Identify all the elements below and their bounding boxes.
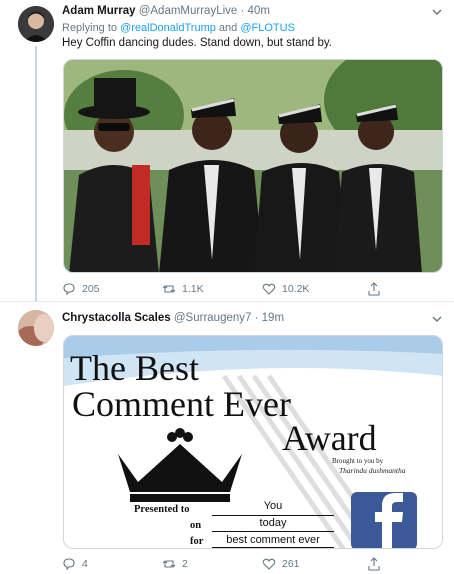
tweet-header: Adam Murray @AdamMurrayLive · 40m — [62, 5, 270, 17]
tweet-actions: 4 2 261 — [62, 555, 392, 573]
for-value: best comment ever — [226, 534, 320, 546]
share-action[interactable] — [367, 280, 381, 298]
retweet-action[interactable]: 2 — [162, 555, 188, 573]
like-count: 261 — [282, 558, 300, 570]
tweet[interactable]: Adam Murray @AdamMurrayLive · 40m Replyi… — [0, 0, 454, 302]
reply-action[interactable]: 4 — [62, 555, 88, 573]
timestamp[interactable]: 19m — [262, 312, 284, 324]
reply-action[interactable]: 205 — [62, 280, 100, 298]
replying-to-and: and — [218, 22, 238, 34]
like-count: 10.2K — [282, 283, 310, 295]
user-handle[interactable]: @Surraugeny7 — [174, 312, 252, 324]
mention-link[interactable]: @realDonaldTrump — [120, 22, 216, 34]
retweet-count: 2 — [182, 558, 188, 570]
separator-dot: · — [240, 5, 245, 17]
mention-link[interactable]: @FLOTUS — [240, 22, 295, 34]
replying-to: Replying to @realDonaldTrump and @FLOTUS — [62, 22, 295, 34]
avatar[interactable] — [18, 310, 54, 346]
display-name[interactable]: Adam Murray — [62, 5, 136, 17]
avatar[interactable] — [18, 6, 54, 42]
tweet-actions: 205 1.1K 10.2K — [62, 280, 392, 298]
reply-icon[interactable] — [62, 282, 76, 296]
award-credit-label: Brought to you by — [332, 457, 384, 465]
retweet-count: 1.1K — [182, 283, 204, 295]
retweet-action[interactable]: 1.1K — [162, 280, 204, 298]
share-icon[interactable] — [367, 282, 381, 296]
retweet-icon[interactable] — [162, 557, 176, 571]
timestamp[interactable]: 40m — [248, 5, 270, 17]
reply-count: 205 — [82, 283, 100, 295]
chevron-down-icon[interactable] — [430, 5, 444, 19]
facebook-logo-icon — [351, 492, 417, 548]
award-title-line3: Award — [282, 418, 377, 458]
on-value: today — [259, 517, 287, 529]
award-title-line2: Comment Ever — [72, 384, 291, 424]
heart-icon[interactable] — [262, 557, 276, 571]
share-action[interactable] — [367, 555, 381, 573]
chevron-down-icon[interactable] — [430, 312, 444, 326]
presented-to-value: You — [263, 500, 283, 512]
display-name[interactable]: Chrystacolla Scales — [62, 312, 171, 324]
replying-to-label: Replying to — [62, 22, 118, 34]
like-action[interactable]: 261 — [262, 555, 300, 573]
presented-to-label: Presented to — [134, 504, 190, 515]
tweet[interactable]: Chrystacolla Scales @Surraugeny7 · 19m T… — [0, 303, 454, 574]
for-label: for — [190, 536, 204, 547]
thread-line — [35, 46, 37, 302]
tweet-photo[interactable] — [63, 59, 443, 273]
retweet-icon[interactable] — [162, 282, 176, 296]
share-icon[interactable] — [367, 557, 381, 571]
user-handle[interactable]: @AdamMurrayLive — [139, 5, 238, 17]
coffin-dancers-photo-icon — [64, 60, 442, 272]
award-credit-name: Tharindu dushmantha — [339, 466, 406, 475]
tweet-header: Chrystacolla Scales @Surraugeny7 · 19m — [62, 312, 284, 324]
reply-icon[interactable] — [62, 557, 76, 571]
reply-count: 4 — [82, 558, 88, 570]
presented-to-line — [212, 515, 334, 516]
separator-dot: · — [254, 312, 259, 324]
tweet-photo[interactable]: The Best Comment Ever Award Brought to y… — [63, 335, 443, 549]
like-action[interactable]: 10.2K — [262, 280, 309, 298]
tweet-text: Hey Coffin dancing dudes. Stand down, bu… — [62, 37, 333, 49]
on-line — [212, 531, 334, 532]
heart-icon[interactable] — [262, 282, 276, 296]
on-label: on — [190, 520, 202, 531]
award-title-line1: The Best — [70, 348, 199, 388]
for-line — [212, 547, 334, 548]
